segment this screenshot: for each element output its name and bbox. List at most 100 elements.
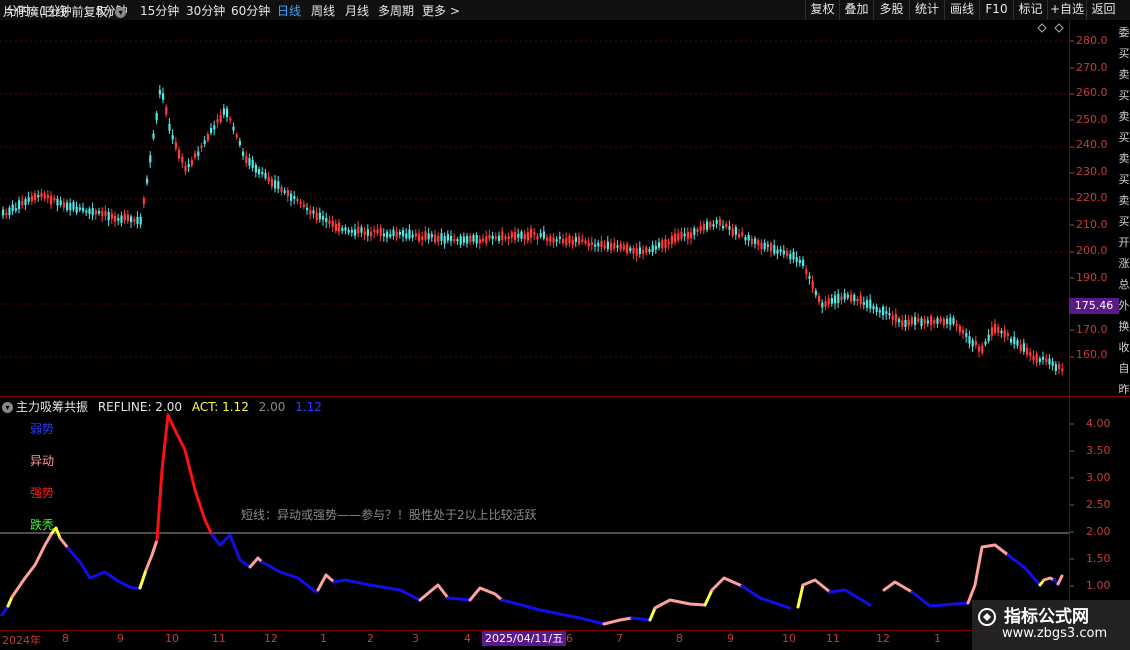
candle-body (1035, 353, 1038, 363)
oscillator-segment (653, 598, 707, 610)
candle-body (654, 246, 657, 250)
extra-value-2: 1.12 (295, 400, 322, 414)
candle-body (18, 200, 21, 210)
candle-body (142, 198, 145, 205)
candle-body (613, 243, 616, 249)
candle-body (302, 204, 305, 208)
candle-body (315, 212, 318, 221)
candle-body (914, 316, 917, 325)
indicator-name[interactable]: 主力吸筹共振 (16, 400, 88, 414)
candle-body (565, 238, 568, 246)
candle-body (62, 202, 65, 208)
candle-body (104, 210, 107, 216)
candle-body (43, 193, 46, 199)
candle-body (344, 227, 347, 231)
candle-body (629, 247, 632, 252)
candle-body (632, 247, 635, 254)
candle-body (194, 153, 197, 158)
candle-body (894, 314, 897, 322)
candle-body (882, 306, 885, 316)
candle-body (14, 208, 17, 211)
candle-body (930, 316, 933, 326)
settings-diamond-icon[interactable] (1037, 23, 1047, 33)
indicator-menu-icon[interactable]: ▾ (2, 402, 13, 413)
candle-body (501, 231, 504, 241)
candle-body (638, 247, 641, 254)
candle-body (245, 156, 248, 163)
candle-body (821, 302, 824, 308)
candle-body (690, 232, 693, 239)
expand-diamond-icon[interactable] (1054, 23, 1064, 33)
candle-body (309, 210, 312, 215)
candle-body (507, 236, 510, 240)
candle-body (872, 305, 875, 310)
candle-body (1000, 330, 1003, 334)
panel-divider (0, 396, 1130, 397)
candle-body (427, 233, 430, 240)
quote-strip-char: 换 (1118, 320, 1130, 333)
candle-body (578, 236, 581, 244)
candle-body (606, 241, 609, 250)
candle-body (462, 236, 465, 243)
candle-body (331, 220, 334, 227)
quote-strip-char: 委 (1118, 26, 1130, 39)
candle-body (603, 245, 606, 249)
oscillator-segment (910, 590, 970, 608)
indicator-title: ▾ 主力吸筹共振 REFLINE: 2.00 ACT: 1.12 2.00 1.1… (2, 398, 322, 414)
candle-body (789, 253, 792, 260)
candle-body (200, 145, 203, 148)
candle-body (299, 201, 302, 204)
candle-body (402, 230, 405, 237)
candlestick-series (2, 85, 1064, 376)
candle-body (117, 218, 120, 221)
candle-body (558, 236, 561, 239)
candle-body (1006, 333, 1009, 336)
candle-body (965, 333, 968, 337)
candle-body (1010, 338, 1013, 343)
price-tick-200: 200.0 (1076, 244, 1108, 257)
candle-body (568, 235, 571, 243)
candle-body (267, 176, 270, 182)
quote-strip-char: 收 (1118, 341, 1130, 354)
candle-body (971, 340, 974, 347)
candle-body (219, 114, 222, 123)
candle-body (760, 242, 763, 250)
candle-body (414, 233, 417, 237)
candle-body (738, 234, 741, 238)
candle-body (206, 133, 209, 141)
candle-body (216, 119, 219, 123)
quote-strip-char: 涨 (1118, 257, 1130, 270)
chart-canvas[interactable] (0, 0, 1130, 650)
candle-body (562, 238, 565, 244)
candle-body (59, 200, 62, 205)
oscillator-segment (801, 578, 832, 594)
candle-body (482, 238, 485, 242)
time-label: 2 (367, 632, 374, 645)
chevron-down-icon[interactable]: ▾ (115, 7, 127, 18)
candle-body (168, 123, 171, 131)
candle-body (392, 229, 395, 237)
candle-body (536, 236, 539, 240)
ind-tick-3-00: 3.00 (1086, 471, 1111, 484)
candle-body (968, 336, 971, 344)
indicator-note: 短线：异动或强势——参与？！股性处于2以上比较活跃 (241, 508, 537, 522)
candle-body (232, 126, 235, 131)
candle-body (622, 245, 625, 250)
candle-body (766, 244, 769, 247)
candle-body (542, 231, 545, 239)
candle-body (274, 180, 277, 189)
candle-body (686, 231, 689, 240)
candle-body (850, 294, 853, 302)
candle-body (843, 293, 846, 300)
candle-body (1029, 352, 1032, 356)
candle-body (203, 140, 206, 145)
price-tick-260: 260.0 (1076, 86, 1108, 99)
price-tick-240: 240.0 (1076, 138, 1108, 151)
price-tick-160: 160.0 (1076, 348, 1108, 361)
ind-tick-4-00: 4.00 (1086, 417, 1111, 430)
watermark-title: 指标公式网 (1004, 607, 1089, 627)
candle-body (133, 219, 136, 222)
price-tick-280: 280.0 (1076, 34, 1108, 47)
candle-body (226, 108, 229, 118)
oscillator-segment (260, 560, 318, 594)
